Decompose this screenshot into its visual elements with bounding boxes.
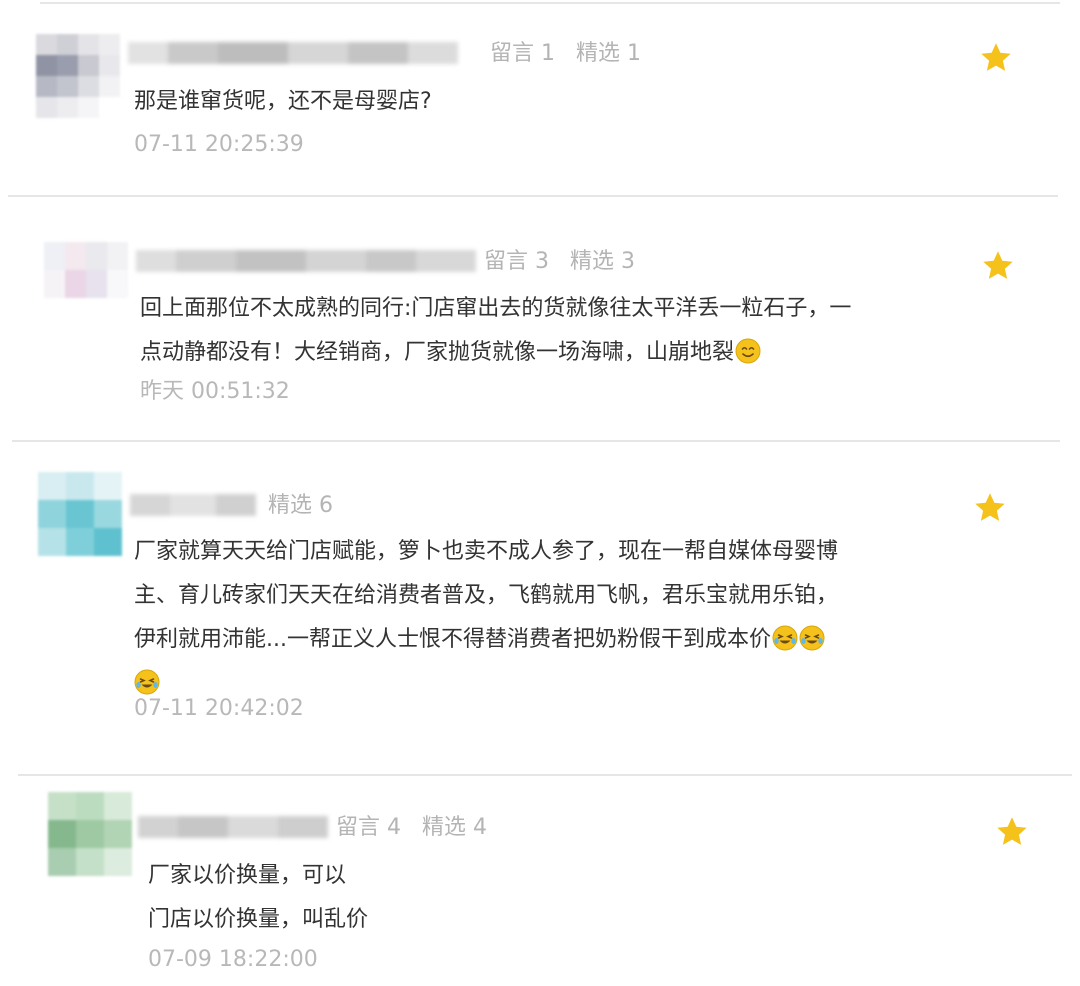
comment-item: 精选 6 厂家就算天天给门店赋能，箩卜也卖不成人参了，现在一帮自媒体母婴博 主、… bbox=[0, 442, 1080, 774]
laugh-cry-emoji bbox=[799, 625, 825, 651]
comment-line: 主、育儿砖家们天天在给消费者普及，飞鹤就用飞帆，君乐宝就用乐铂， bbox=[134, 583, 839, 608]
smile-emoji bbox=[735, 338, 761, 364]
avatar[interactable] bbox=[36, 34, 120, 118]
comment-line: 厂家以价换量，可以 bbox=[148, 863, 347, 888]
comment-item: 留言 3 精选 3 回上面那位不太成熟的同行:门店窜出去的货就像往太平洋丢一粒石… bbox=[0, 196, 1080, 442]
comment-time: 昨天 00:51:32 bbox=[140, 379, 290, 404]
comment-line: 回上面那位不太成熟的同行:门店窜出去的货就像往太平洋丢一粒石子，一 bbox=[140, 296, 852, 321]
avatar[interactable] bbox=[38, 472, 122, 556]
username-blurred[interactable] bbox=[130, 492, 256, 518]
star-icon[interactable] bbox=[980, 248, 1016, 284]
comment-line: 伊利就用沛能...一帮正义人士恨不得替消费者把奶粉假干到成本价 bbox=[134, 618, 838, 662]
comment-stats: 留言 4 精选 4 bbox=[336, 814, 501, 842]
featured-count: 精选 6 bbox=[268, 493, 334, 518]
comment-line: 门店以价换量，叫乱价 bbox=[148, 907, 369, 932]
avatar[interactable] bbox=[44, 242, 128, 298]
comment-stats: 精选 6 bbox=[268, 492, 347, 520]
comment-text: 厂家以价换量，可以 门店以价换量，叫乱价 bbox=[148, 854, 368, 942]
star-icon[interactable] bbox=[994, 814, 1030, 850]
avatar[interactable] bbox=[48, 792, 132, 876]
star-icon[interactable] bbox=[972, 490, 1008, 526]
comment-line: 点动静都没有！大经销商，厂家抛货就像一场海啸，山崩地裂 bbox=[140, 331, 851, 375]
comment-feed: 留言 1 精选 1 那是谁窜货呢，还不是母婴店? 07-11 20:25:39 … bbox=[0, 0, 1080, 986]
comment-time: 07-11 20:25:39 bbox=[134, 132, 304, 157]
comment-line: 那是谁窜货呢，还不是母婴店? bbox=[134, 89, 432, 114]
comment-stats: 留言 1 精选 1 bbox=[490, 40, 655, 68]
comment-item: 留言 1 精选 1 那是谁窜货呢，还不是母婴店? 07-11 20:25:39 bbox=[0, 0, 1080, 196]
comment-text: 回上面那位不太成熟的同行:门店窜出去的货就像往太平洋丢一粒石子，一 点动静都没有… bbox=[140, 287, 851, 375]
username-blurred[interactable] bbox=[138, 814, 328, 840]
comment-stats: 留言 3 精选 3 bbox=[484, 248, 649, 276]
comment-time: 07-09 18:22:00 bbox=[148, 947, 318, 972]
reply-count: 留言 3 bbox=[484, 249, 550, 274]
reply-count: 留言 1 bbox=[490, 41, 556, 66]
comment-text: 那是谁窜货呢，还不是母婴店? bbox=[134, 80, 432, 124]
reply-count: 留言 4 bbox=[336, 815, 402, 840]
laugh-cry-emoji bbox=[772, 625, 798, 651]
featured-count: 精选 3 bbox=[570, 249, 636, 274]
username-blurred[interactable] bbox=[128, 40, 458, 66]
comment-time: 07-11 20:42:02 bbox=[134, 696, 304, 721]
comment-item: 留言 4 精选 4 厂家以价换量，可以 门店以价换量，叫乱价 07-09 18:… bbox=[0, 776, 1080, 986]
comment-text: 厂家就算天天给门店赋能，箩卜也卖不成人参了，现在一帮自媒体母婴博 主、育儿砖家们… bbox=[134, 530, 838, 706]
username-blurred[interactable] bbox=[136, 248, 476, 274]
star-icon[interactable] bbox=[978, 40, 1014, 76]
comment-line: 厂家就算天天给门店赋能，箩卜也卖不成人参了，现在一帮自媒体母婴博 bbox=[134, 539, 839, 564]
featured-count: 精选 1 bbox=[576, 41, 642, 66]
laugh-cry-emoji bbox=[134, 669, 160, 695]
featured-count: 精选 4 bbox=[422, 815, 488, 840]
